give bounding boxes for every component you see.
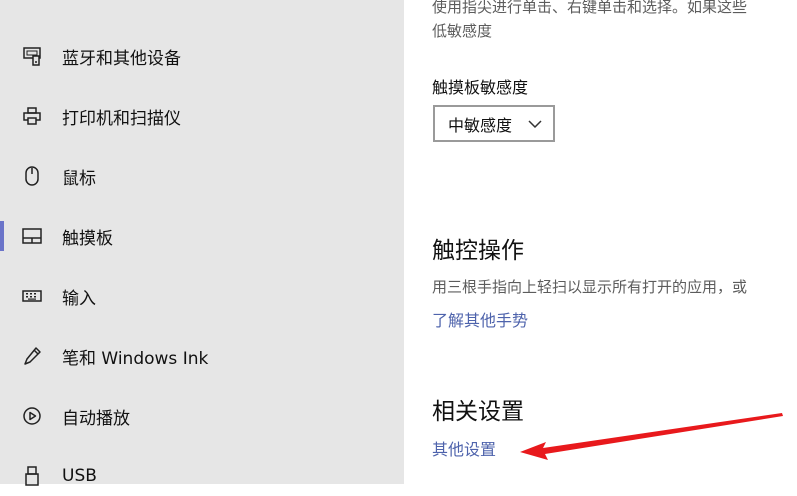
sidebar-item-printers[interactable]: 打印机和扫描仪 — [0, 96, 404, 136]
printer-icon — [22, 106, 42, 126]
chevron-down-icon — [527, 116, 543, 136]
related-settings-title: 相关设置 — [432, 399, 524, 425]
sidebar-item-autoplay[interactable]: 自动播放 — [0, 396, 404, 436]
tap-description-line1: 使用指尖进行单击、右键单击和选择。如果这些 — [432, 0, 748, 16]
sidebar-item-label: 输入 — [62, 288, 96, 309]
mouse-icon — [22, 166, 42, 186]
sidebar-item-label: 蓝牙和其他设备 — [62, 48, 181, 69]
keyboard-icon — [22, 286, 42, 306]
sidebar-item-label: 自动播放 — [62, 408, 130, 429]
settings-sidebar: 蓝牙和其他设备 打印机和扫描仪 鼠标 触摸板 输入 笔和 Windows Ink — [0, 0, 404, 486]
sidebar-item-label: USB — [62, 466, 97, 486]
sidebar-item-touchpad[interactable]: 触摸板 — [0, 216, 404, 256]
learn-more-gestures-link[interactable]: 了解其他手势 — [432, 307, 528, 331]
additional-settings-link[interactable]: 其他设置 — [432, 436, 496, 460]
sidebar-item-usb[interactable]: USB — [0, 456, 404, 496]
sidebar-item-label: 打印机和扫描仪 — [62, 108, 181, 129]
touchpad-icon — [22, 226, 42, 246]
sidebar-item-typing[interactable]: 输入 — [0, 276, 404, 316]
pen-icon — [22, 346, 42, 366]
sidebar-item-label: 笔和 Windows Ink — [62, 348, 209, 369]
sensitivity-dropdown[interactable]: 中敏感度 — [433, 105, 555, 142]
sensitivity-selected-value: 中敏感度 — [448, 115, 513, 135]
gestures-description: 用三根手指向上轻扫以显示所有打开的应用，或 — [432, 278, 748, 296]
sidebar-item-label: 触摸板 — [62, 228, 113, 249]
sidebar-item-mouse[interactable]: 鼠标 — [0, 156, 404, 196]
sidebar-item-bluetooth-devices[interactable]: 蓝牙和其他设备 — [0, 36, 404, 76]
sidebar-item-label: 鼠标 — [62, 168, 96, 189]
tap-description-line2: 低敏感度 — [432, 22, 493, 40]
sidebar-item-pen[interactable]: 笔和 Windows Ink — [0, 336, 404, 376]
gestures-section-title: 触控操作 — [432, 238, 524, 264]
autoplay-icon — [22, 406, 42, 426]
touchpad-settings-pane: 使用指尖进行单击、右键单击和选择。如果这些 低敏感度 触摸板敏感度 中敏感度 触… — [404, 0, 797, 484]
sensitivity-label: 触摸板敏感度 — [432, 78, 529, 97]
bluetooth-devices-icon — [22, 46, 42, 66]
usb-icon — [22, 466, 42, 486]
